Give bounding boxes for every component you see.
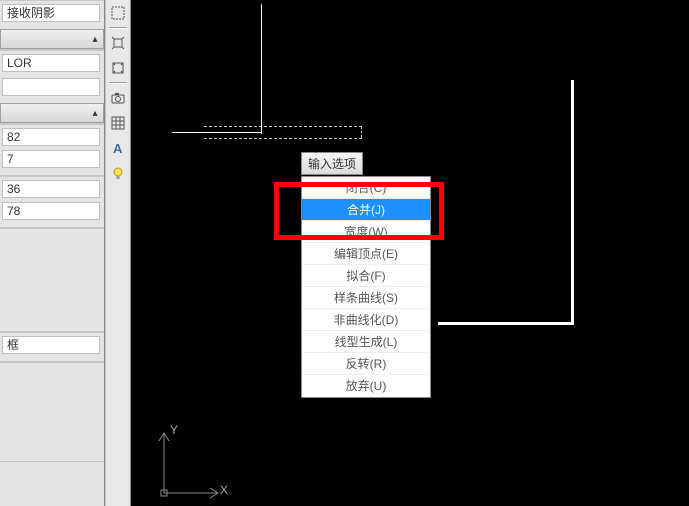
tool-strip: A [105,0,131,506]
chevron-up-icon: ▴ [89,34,101,46]
light-bulb-icon[interactable] [106,161,130,185]
text-a-icon[interactable]: A [106,136,130,160]
ucs-x-label: X [220,483,228,497]
pedit-context-menu: 闭合(C) 合并(J) 宽度(W) 编辑顶点(E) 拟合(F) 样条曲线(S) … [301,176,431,398]
prop-frame[interactable]: 框 [2,336,100,354]
panel-collapse-1[interactable]: ▴ [0,103,104,123]
prop-receive-shadow[interactable]: 接收阴影 [2,4,100,22]
dashed-outline-icon[interactable] [106,1,130,25]
svg-text:A: A [113,141,123,156]
properties-sidebar: 接收阴影 ▴ LOR ▴ 82 7 [0,0,105,506]
stretch-out-icon[interactable] [106,31,130,55]
prop-val-82[interactable]: 82 [2,128,100,146]
chevron-up-icon: ▴ [89,108,101,120]
menu-item-join[interactable]: 合并(J) [302,199,430,221]
menu-item-undo[interactable]: 放弃(U) [302,375,430,397]
prop-lor[interactable]: LOR [2,54,100,72]
prop-blank-1[interactable] [2,78,100,96]
prop-val-7[interactable]: 7 [2,150,100,168]
prop-val-36[interactable]: 36 [2,180,100,198]
camera-icon[interactable] [106,86,130,110]
prop-val-78[interactable]: 78 [2,202,100,220]
menu-item-close[interactable]: 闭合(C) [302,177,430,199]
menu-item-ltype-gen[interactable]: 线型生成(L) [302,331,430,353]
ucs-y-label: Y [170,423,178,437]
drawing-canvas[interactable]: 输入选项 闭合(C) 合并(J) 宽度(W) 编辑顶点(E) 拟合(F) 样条曲… [131,0,689,506]
ucs-icon: Y X [146,421,226,501]
input-option-tooltip: 输入选项 [301,152,363,175]
stretch-in-icon[interactable] [106,56,130,80]
menu-item-edit-vertex[interactable]: 编辑顶点(E) [302,243,430,265]
menu-item-reverse[interactable]: 反转(R) [302,353,430,375]
menu-item-fit[interactable]: 拟合(F) [302,265,430,287]
panel-collapse-0[interactable]: ▴ [0,29,104,49]
menu-item-decurve[interactable]: 非曲线化(D) [302,309,430,331]
menu-item-width[interactable]: 宽度(W) [302,221,430,243]
grid-icon[interactable] [106,111,130,135]
menu-item-spline[interactable]: 样条曲线(S) [302,287,430,309]
